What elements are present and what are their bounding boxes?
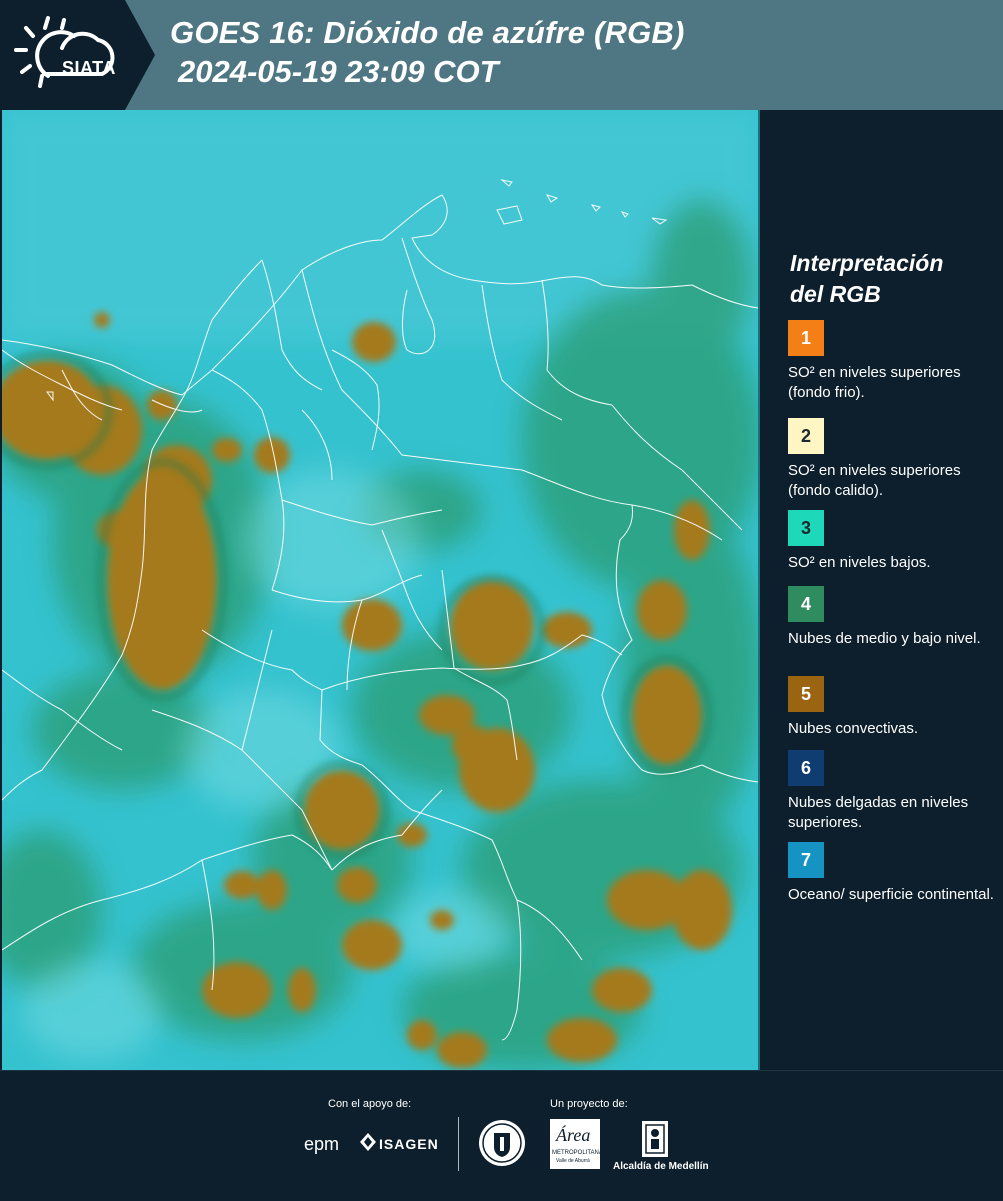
legend-swatch: 3 <box>788 510 824 546</box>
alcaldia-label: Alcaldía de Medellín <box>613 1161 709 1172</box>
legend-swatch: 6 <box>788 750 824 786</box>
timestamp: 2024-05-19 23:09 COT <box>178 54 499 89</box>
footer-separator <box>458 1117 459 1171</box>
legend-item-2: 2 SO² en niveles superiores (fondo calid… <box>788 418 1000 501</box>
satellite-image <box>2 110 758 1070</box>
legend-swatch: 4 <box>788 586 824 622</box>
legend-title: Interpretación del RGB <box>790 248 943 310</box>
legend-label: Oceano/ superficie continental. <box>788 886 994 903</box>
project-label: Un proyecto de: <box>550 1098 628 1110</box>
area-logo-sub: METROPOLITANA <box>552 1150 603 1156</box>
legend-item-3: 3 SO² en niveles bajos. <box>788 510 1000 573</box>
support-label: Con el apoyo de: <box>328 1098 412 1110</box>
satellite-map <box>2 110 758 1070</box>
header: SIATA GOES 16: Dióxido de azúfre (RGB) 2… <box>0 0 1003 110</box>
legend-swatch: 2 <box>788 418 824 454</box>
footer: Con el apoyo de: Un proyecto de: epm ISA… <box>0 1070 1003 1201</box>
siata-logo: SIATA <box>14 14 126 96</box>
legend-title-line2: del RGB <box>790 281 881 307</box>
isagen-logo: ISAGEN <box>379 1136 439 1152</box>
legend-label: Nubes de medio y bajo nivel. <box>788 630 981 647</box>
sun-cloud-icon <box>14 16 115 88</box>
epm-logo: epm <box>304 1134 340 1154</box>
area-logo-sub2: Valle de Aburrá <box>556 1158 590 1164</box>
area-logo-text: Área <box>556 1125 591 1145</box>
legend-swatch: 7 <box>788 842 824 878</box>
alcaldia-crest <box>640 1119 670 1159</box>
legend-item-4: 4 Nubes de medio y bajo nivel. <box>788 586 1000 649</box>
page-title: GOES 16: Dióxido de azúfre (RGB) <box>170 15 685 50</box>
legend-label: Nubes convectivas. <box>788 720 919 737</box>
logo-text: SIATA <box>62 58 116 78</box>
legend-swatch: 1 <box>788 320 824 356</box>
legend-item-6: 6 Nubes delgadas en niveles superiores. <box>788 750 1000 833</box>
legend-label: SO² en niveles bajos. <box>788 554 931 571</box>
legend-item-1: 1 SO² en niveles superiores (fondo frio)… <box>788 320 1000 403</box>
legend-label: SO² en niveles superiores (fondo frio). <box>788 364 961 401</box>
legend-label: SO² en niveles superiores (fondo calido)… <box>788 462 961 499</box>
legend-swatch: 5 <box>788 676 824 712</box>
legend-label: Nubes delgadas en niveles superiores. <box>788 794 969 831</box>
legend-title-line1: Interpretación <box>790 250 944 276</box>
medellin-seal <box>478 1119 526 1167</box>
isagen-icon <box>360 1133 376 1151</box>
legend-item-7: 7 Oceano/ superficie continental. <box>788 842 1000 905</box>
legend-panel: Interpretación del RGB 1 SO² en niveles … <box>760 110 1003 1070</box>
area-metropolitana-logo: Área METROPOLITANA Valle de Aburrá <box>550 1119 603 1169</box>
legend-item-5: 5 Nubes convectivas. <box>788 676 1000 739</box>
